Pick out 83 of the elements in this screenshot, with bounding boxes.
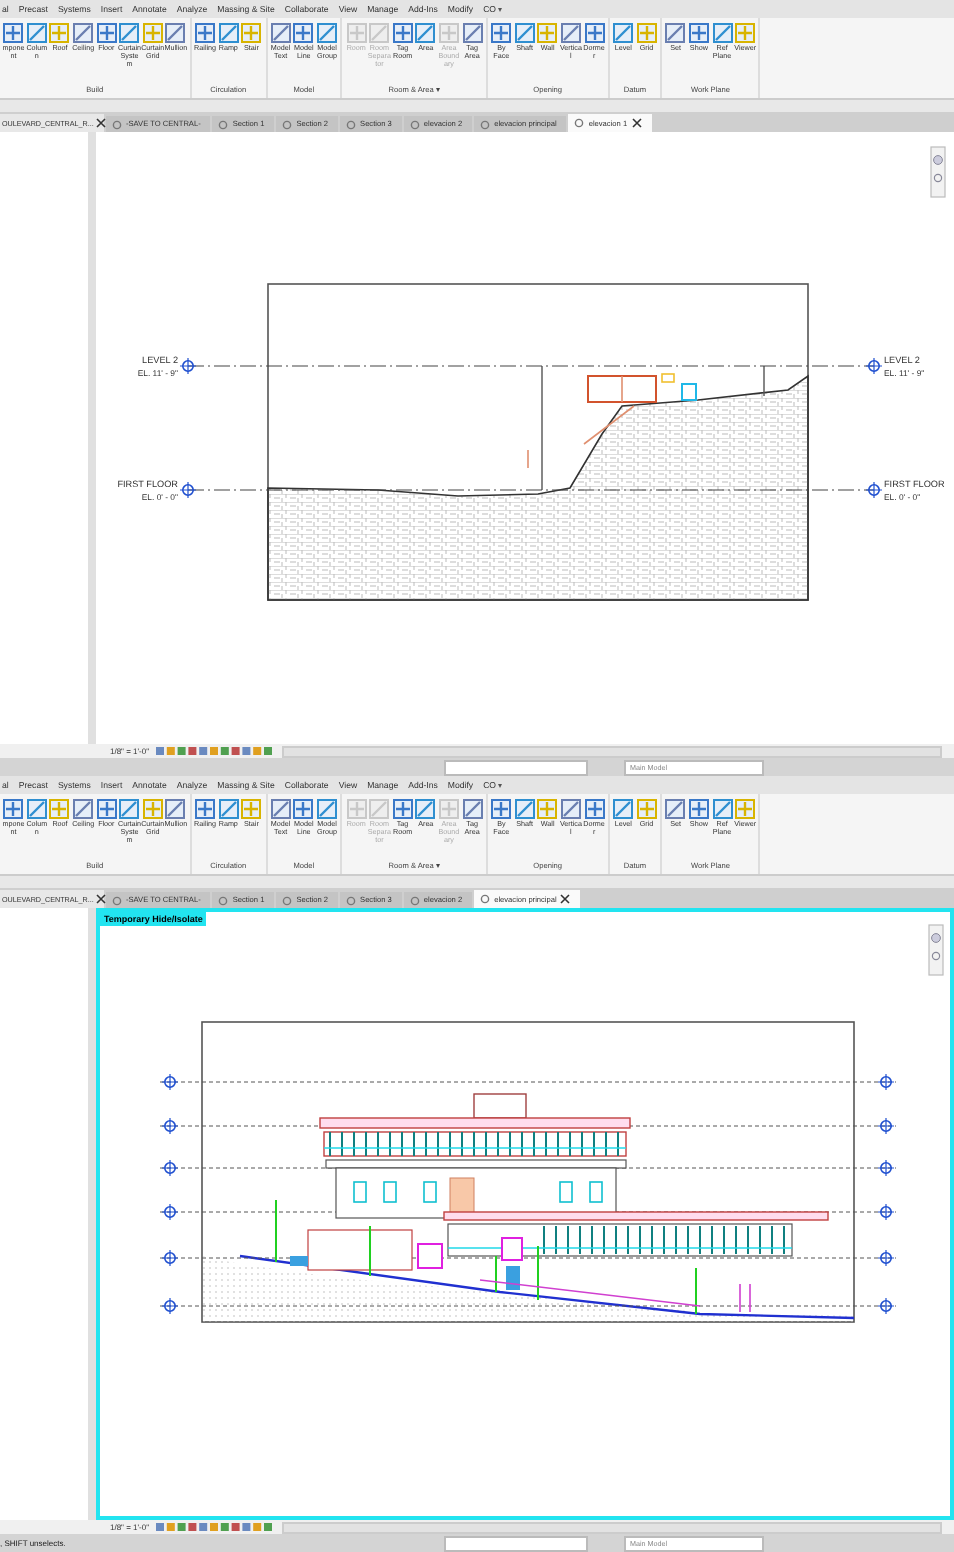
tool-icon: [316, 22, 339, 44]
tool-icon: [461, 22, 484, 44]
view-icon: [409, 895, 420, 905]
tool-icon: [536, 22, 559, 44]
close-icon[interactable]: [95, 894, 106, 904]
tool-icon: [513, 22, 536, 44]
tool-icon: [95, 22, 118, 44]
navigation-bar[interactable]: [930, 146, 946, 198]
tool-icon: [635, 22, 658, 44]
tool-icon: [316, 798, 339, 820]
tool-icon: [95, 798, 118, 820]
tool-icon: [711, 798, 734, 820]
tool-icon: [687, 22, 710, 44]
tool-icon: [583, 798, 606, 820]
view-icon: [574, 118, 585, 128]
tool-icon: [269, 798, 292, 820]
view-icon: [282, 895, 293, 905]
view-icon: [218, 119, 229, 129]
tool-icon: [734, 22, 757, 44]
tool-icon: [292, 798, 315, 820]
tool-icon: [194, 798, 217, 820]
view-icon: [409, 119, 420, 129]
tool-icon: [664, 798, 687, 820]
tool-icon: [612, 798, 635, 820]
scroll-bar[interactable]: [281, 745, 942, 757]
view-icon: [346, 895, 357, 905]
tool-icon: [711, 22, 734, 44]
tool-icon: [414, 798, 437, 820]
tool-icon: [461, 798, 484, 820]
tool-icon: [164, 22, 187, 44]
tool-icon: [391, 798, 414, 820]
tool-icon: [48, 798, 71, 820]
tool-icon: [536, 798, 559, 820]
tool-icon: [141, 798, 164, 820]
tool-icon: [72, 22, 95, 44]
close-icon[interactable]: [631, 118, 642, 128]
tool-icon: [118, 22, 141, 44]
tool-icon: [490, 798, 513, 820]
view-icon: [112, 119, 122, 129]
view-icon: [112, 895, 122, 905]
tool-icon: [292, 22, 315, 44]
workset-field[interactable]: [444, 759, 588, 775]
tool-icon: [2, 798, 25, 820]
tool-icon: [664, 22, 687, 44]
tool-icon: [25, 22, 48, 44]
scroll-bar[interactable]: [281, 1521, 942, 1533]
tool-icon: [559, 22, 582, 44]
tool-icon: [217, 798, 240, 820]
view-icon: [480, 894, 491, 904]
caret-icon[interactable]: [498, 783, 503, 787]
tool-icon: [687, 798, 710, 820]
tool-icon: [612, 22, 635, 44]
close-icon[interactable]: [95, 118, 106, 128]
view-controls-icon[interactable]: [155, 746, 276, 756]
tool-icon: [559, 798, 582, 820]
tool-icon: [25, 798, 48, 820]
view-icon: [218, 895, 229, 905]
tool-icon: [240, 798, 263, 820]
tool-icon: [217, 22, 240, 44]
close-icon[interactable]: [560, 894, 571, 904]
tool-icon: [240, 22, 263, 44]
tool-icon: [734, 798, 757, 820]
tool-icon: [490, 22, 513, 44]
workset-field[interactable]: [444, 1535, 588, 1551]
tool-icon: [583, 22, 606, 44]
view-icon: [480, 119, 491, 129]
tool-icon: [391, 22, 414, 44]
caret-icon[interactable]: [498, 7, 503, 11]
navigation-bar[interactable]: [928, 924, 944, 976]
view-icon: [346, 119, 357, 129]
tool-icon: [513, 798, 536, 820]
tool-icon: [194, 22, 217, 44]
tool-icon: [118, 798, 141, 820]
view-controls-icon[interactable]: [155, 1522, 276, 1532]
tool-icon: [141, 22, 164, 44]
tool-icon: [2, 22, 25, 44]
tool-icon: [635, 798, 658, 820]
tool-icon: [72, 798, 95, 820]
tool-icon: [164, 798, 187, 820]
tool-icon: [48, 22, 71, 44]
tool-icon: [269, 22, 292, 44]
view-icon: [282, 119, 293, 129]
tool-icon: [414, 22, 437, 44]
